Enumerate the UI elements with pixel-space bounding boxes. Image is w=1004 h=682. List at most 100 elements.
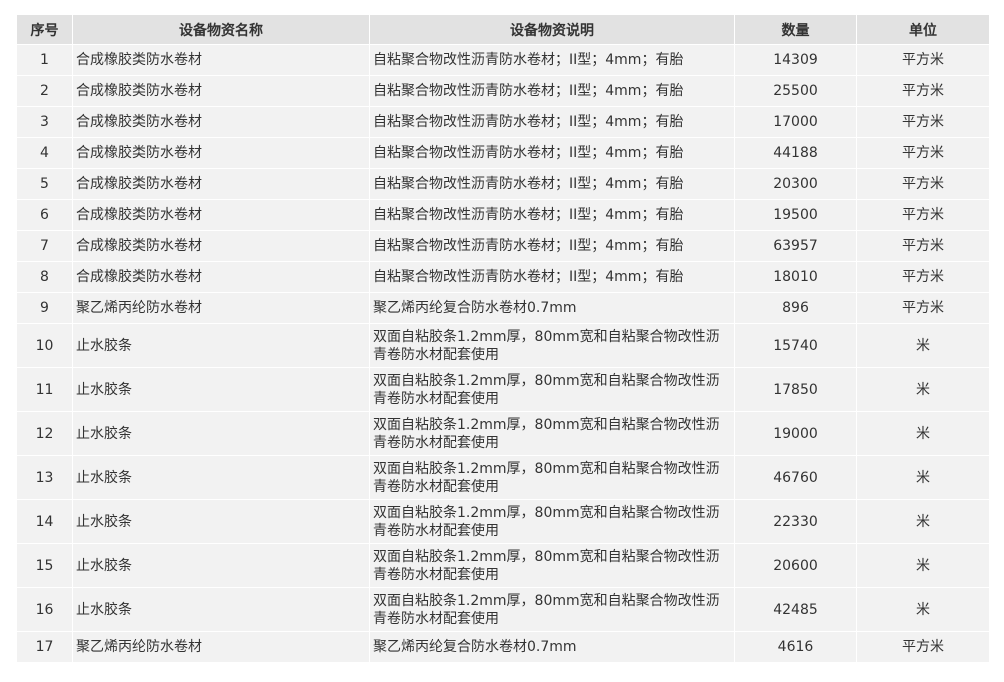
table-row: 4 合成橡胶类防水卷材 自粘聚合物改性沥青防水卷材；II型；4mm；有胎 441… [17, 138, 989, 168]
row-description: 聚乙烯丙纶复合防水卷材0.7mm [370, 293, 734, 323]
row-name: 合成橡胶类防水卷材 [73, 169, 369, 199]
materials-table: 序号 设备物资名称 设备物资说明 数量 单位 1 合成橡胶类防水卷材 自粘聚合物… [16, 14, 990, 663]
table-row: 8 合成橡胶类防水卷材 自粘聚合物改性沥青防水卷材；II型；4mm；有胎 180… [17, 262, 989, 292]
row-unit: 平方米 [857, 293, 989, 323]
row-quantity: 15740 [735, 324, 856, 367]
row-quantity: 18010 [735, 262, 856, 292]
row-name: 合成橡胶类防水卷材 [73, 107, 369, 137]
row-index: 14 [17, 500, 72, 543]
column-header-index: 序号 [17, 15, 72, 44]
row-name: 止水胶条 [73, 412, 369, 455]
column-header-unit: 单位 [857, 15, 989, 44]
table-body: 1 合成橡胶类防水卷材 自粘聚合物改性沥青防水卷材；II型；4mm；有胎 14 3… [17, 45, 989, 662]
row-description: 自粘聚合物改性沥青防水卷材；II型；4mm；有胎 [370, 138, 734, 168]
row-unit: 米 [857, 368, 989, 411]
table-header-row: 序号 设备物资名称 设备物资说明 数量 单位 [17, 15, 989, 44]
row-index: 6 [17, 200, 72, 230]
row-name: 合成橡胶类防水卷材 [73, 200, 369, 230]
row-name: 合成橡胶类防水卷材 [73, 231, 369, 261]
row-unit: 平方米 [857, 138, 989, 168]
row-quantity: 46760 [735, 456, 856, 499]
column-header-name: 设备物资名称 [73, 15, 369, 44]
column-header-quantity: 数量 [735, 15, 856, 44]
row-description: 双面自粘胶条1.2mm厚，80mm宽和自粘聚合物改性沥青卷防水材配套使用 [370, 456, 734, 499]
row-index: 1 [17, 45, 72, 75]
table-row: 17 聚乙烯丙纶防水卷材 聚乙烯丙纶复合防水卷材0.7mm 4616 平方米 [17, 632, 989, 662]
row-unit: 米 [857, 588, 989, 631]
row-index: 16 [17, 588, 72, 631]
row-description: 双面自粘胶条1.2mm厚，80mm宽和自粘聚合物改性沥青卷防水材配套使用 [370, 500, 734, 543]
row-unit: 米 [857, 500, 989, 543]
row-quantity: 20300 [735, 169, 856, 199]
row-description: 自粘聚合物改性沥青防水卷材；II型；4mm；有胎 [370, 169, 734, 199]
row-description: 自粘聚合物改性沥青防水卷材；II型；4mm；有胎 [370, 231, 734, 261]
table-row: 9 聚乙烯丙纶防水卷材 聚乙烯丙纶复合防水卷材0.7mm 896 平方米 [17, 293, 989, 323]
row-index: 13 [17, 456, 72, 499]
row-description: 双面自粘胶条1.2mm厚，80mm宽和自粘聚合物改性沥青卷防水材配套使用 [370, 412, 734, 455]
row-unit: 平方米 [857, 169, 989, 199]
row-index: 5 [17, 169, 72, 199]
row-index: 11 [17, 368, 72, 411]
table-row: 2 合成橡胶类防水卷材 自粘聚合物改性沥青防水卷材；II型；4mm；有胎 255… [17, 76, 989, 106]
table-row: 11 止水胶条 双面自粘胶条1.2mm厚，80mm宽和自粘聚合物改性沥青卷防水材… [17, 368, 989, 411]
row-quantity: 44188 [735, 138, 856, 168]
row-quantity: 42485 [735, 588, 856, 631]
table-row: 13 止水胶条 双面自粘胶条1.2mm厚，80mm宽和自粘聚合物改性沥青卷防水材… [17, 456, 989, 499]
row-unit: 米 [857, 544, 989, 587]
table-row: 1 合成橡胶类防水卷材 自粘聚合物改性沥青防水卷材；II型；4mm；有胎 143… [17, 45, 989, 75]
row-quantity: 20600 [735, 544, 856, 587]
row-unit: 平方米 [857, 231, 989, 261]
table-row: 15 止水胶条 双面自粘胶条1.2mm厚，80mm宽和自粘聚合物改性沥青卷防水材… [17, 544, 989, 587]
row-name: 聚乙烯丙纶防水卷材 [73, 293, 369, 323]
table-row: 10 止水胶条 双面自粘胶条1.2mm厚，80mm宽和自粘聚合物改性沥青卷防水材… [17, 324, 989, 367]
table-row: 3 合成橡胶类防水卷材 自粘聚合物改性沥青防水卷材；II型；4mm；有胎 170… [17, 107, 989, 137]
row-name: 止水胶条 [73, 368, 369, 411]
row-description: 双面自粘胶条1.2mm厚，80mm宽和自粘聚合物改性沥青卷防水材配套使用 [370, 324, 734, 367]
table-row: 16 止水胶条 双面自粘胶条1.2mm厚，80mm宽和自粘聚合物改性沥青卷防水材… [17, 588, 989, 631]
row-quantity: 25500 [735, 76, 856, 106]
row-name: 合成橡胶类防水卷材 [73, 262, 369, 292]
row-index: 7 [17, 231, 72, 261]
row-index: 8 [17, 262, 72, 292]
row-index: 2 [17, 76, 72, 106]
table-row: 14 止水胶条 双面自粘胶条1.2mm厚，80mm宽和自粘聚合物改性沥青卷防水材… [17, 500, 989, 543]
materials-table-container: 序号 设备物资名称 设备物资说明 数量 单位 1 合成橡胶类防水卷材 自粘聚合物… [16, 14, 989, 663]
row-quantity: 4616 [735, 632, 856, 662]
row-name: 合成橡胶类防水卷材 [73, 76, 369, 106]
row-quantity: 19500 [735, 200, 856, 230]
row-unit: 米 [857, 324, 989, 367]
row-unit: 平方米 [857, 45, 989, 75]
row-quantity: 19000 [735, 412, 856, 455]
row-description: 双面自粘胶条1.2mm厚，80mm宽和自粘聚合物改性沥青卷防水材配套使用 [370, 368, 734, 411]
row-description: 双面自粘胶条1.2mm厚，80mm宽和自粘聚合物改性沥青卷防水材配套使用 [370, 588, 734, 631]
row-name: 止水胶条 [73, 588, 369, 631]
table-row: 5 合成橡胶类防水卷材 自粘聚合物改性沥青防水卷材；II型；4mm；有胎 203… [17, 169, 989, 199]
row-description: 自粘聚合物改性沥青防水卷材；II型；4mm；有胎 [370, 76, 734, 106]
row-name: 止水胶条 [73, 500, 369, 543]
table-row: 12 止水胶条 双面自粘胶条1.2mm厚，80mm宽和自粘聚合物改性沥青卷防水材… [17, 412, 989, 455]
row-unit: 平方米 [857, 632, 989, 662]
row-index: 4 [17, 138, 72, 168]
row-index: 9 [17, 293, 72, 323]
row-name: 止水胶条 [73, 456, 369, 499]
table-row: 6 合成橡胶类防水卷材 自粘聚合物改性沥青防水卷材；II型；4mm；有胎 195… [17, 200, 989, 230]
row-quantity: 22330 [735, 500, 856, 543]
row-quantity: 896 [735, 293, 856, 323]
row-unit: 平方米 [857, 262, 989, 292]
row-unit: 平方米 [857, 200, 989, 230]
row-unit: 平方米 [857, 76, 989, 106]
row-description: 自粘聚合物改性沥青防水卷材；II型；4mm；有胎 [370, 107, 734, 137]
row-index: 17 [17, 632, 72, 662]
row-name: 止水胶条 [73, 544, 369, 587]
row-name: 合成橡胶类防水卷材 [73, 138, 369, 168]
row-index: 12 [17, 412, 72, 455]
row-index: 10 [17, 324, 72, 367]
row-description: 聚乙烯丙纶复合防水卷材0.7mm [370, 632, 734, 662]
row-name: 止水胶条 [73, 324, 369, 367]
row-unit: 米 [857, 456, 989, 499]
row-index: 15 [17, 544, 72, 587]
row-description: 自粘聚合物改性沥青防水卷材；II型；4mm；有胎 [370, 45, 734, 75]
row-name: 聚乙烯丙纶防水卷材 [73, 632, 369, 662]
row-description: 自粘聚合物改性沥青防水卷材；II型；4mm；有胎 [370, 200, 734, 230]
column-header-description: 设备物资说明 [370, 15, 734, 44]
